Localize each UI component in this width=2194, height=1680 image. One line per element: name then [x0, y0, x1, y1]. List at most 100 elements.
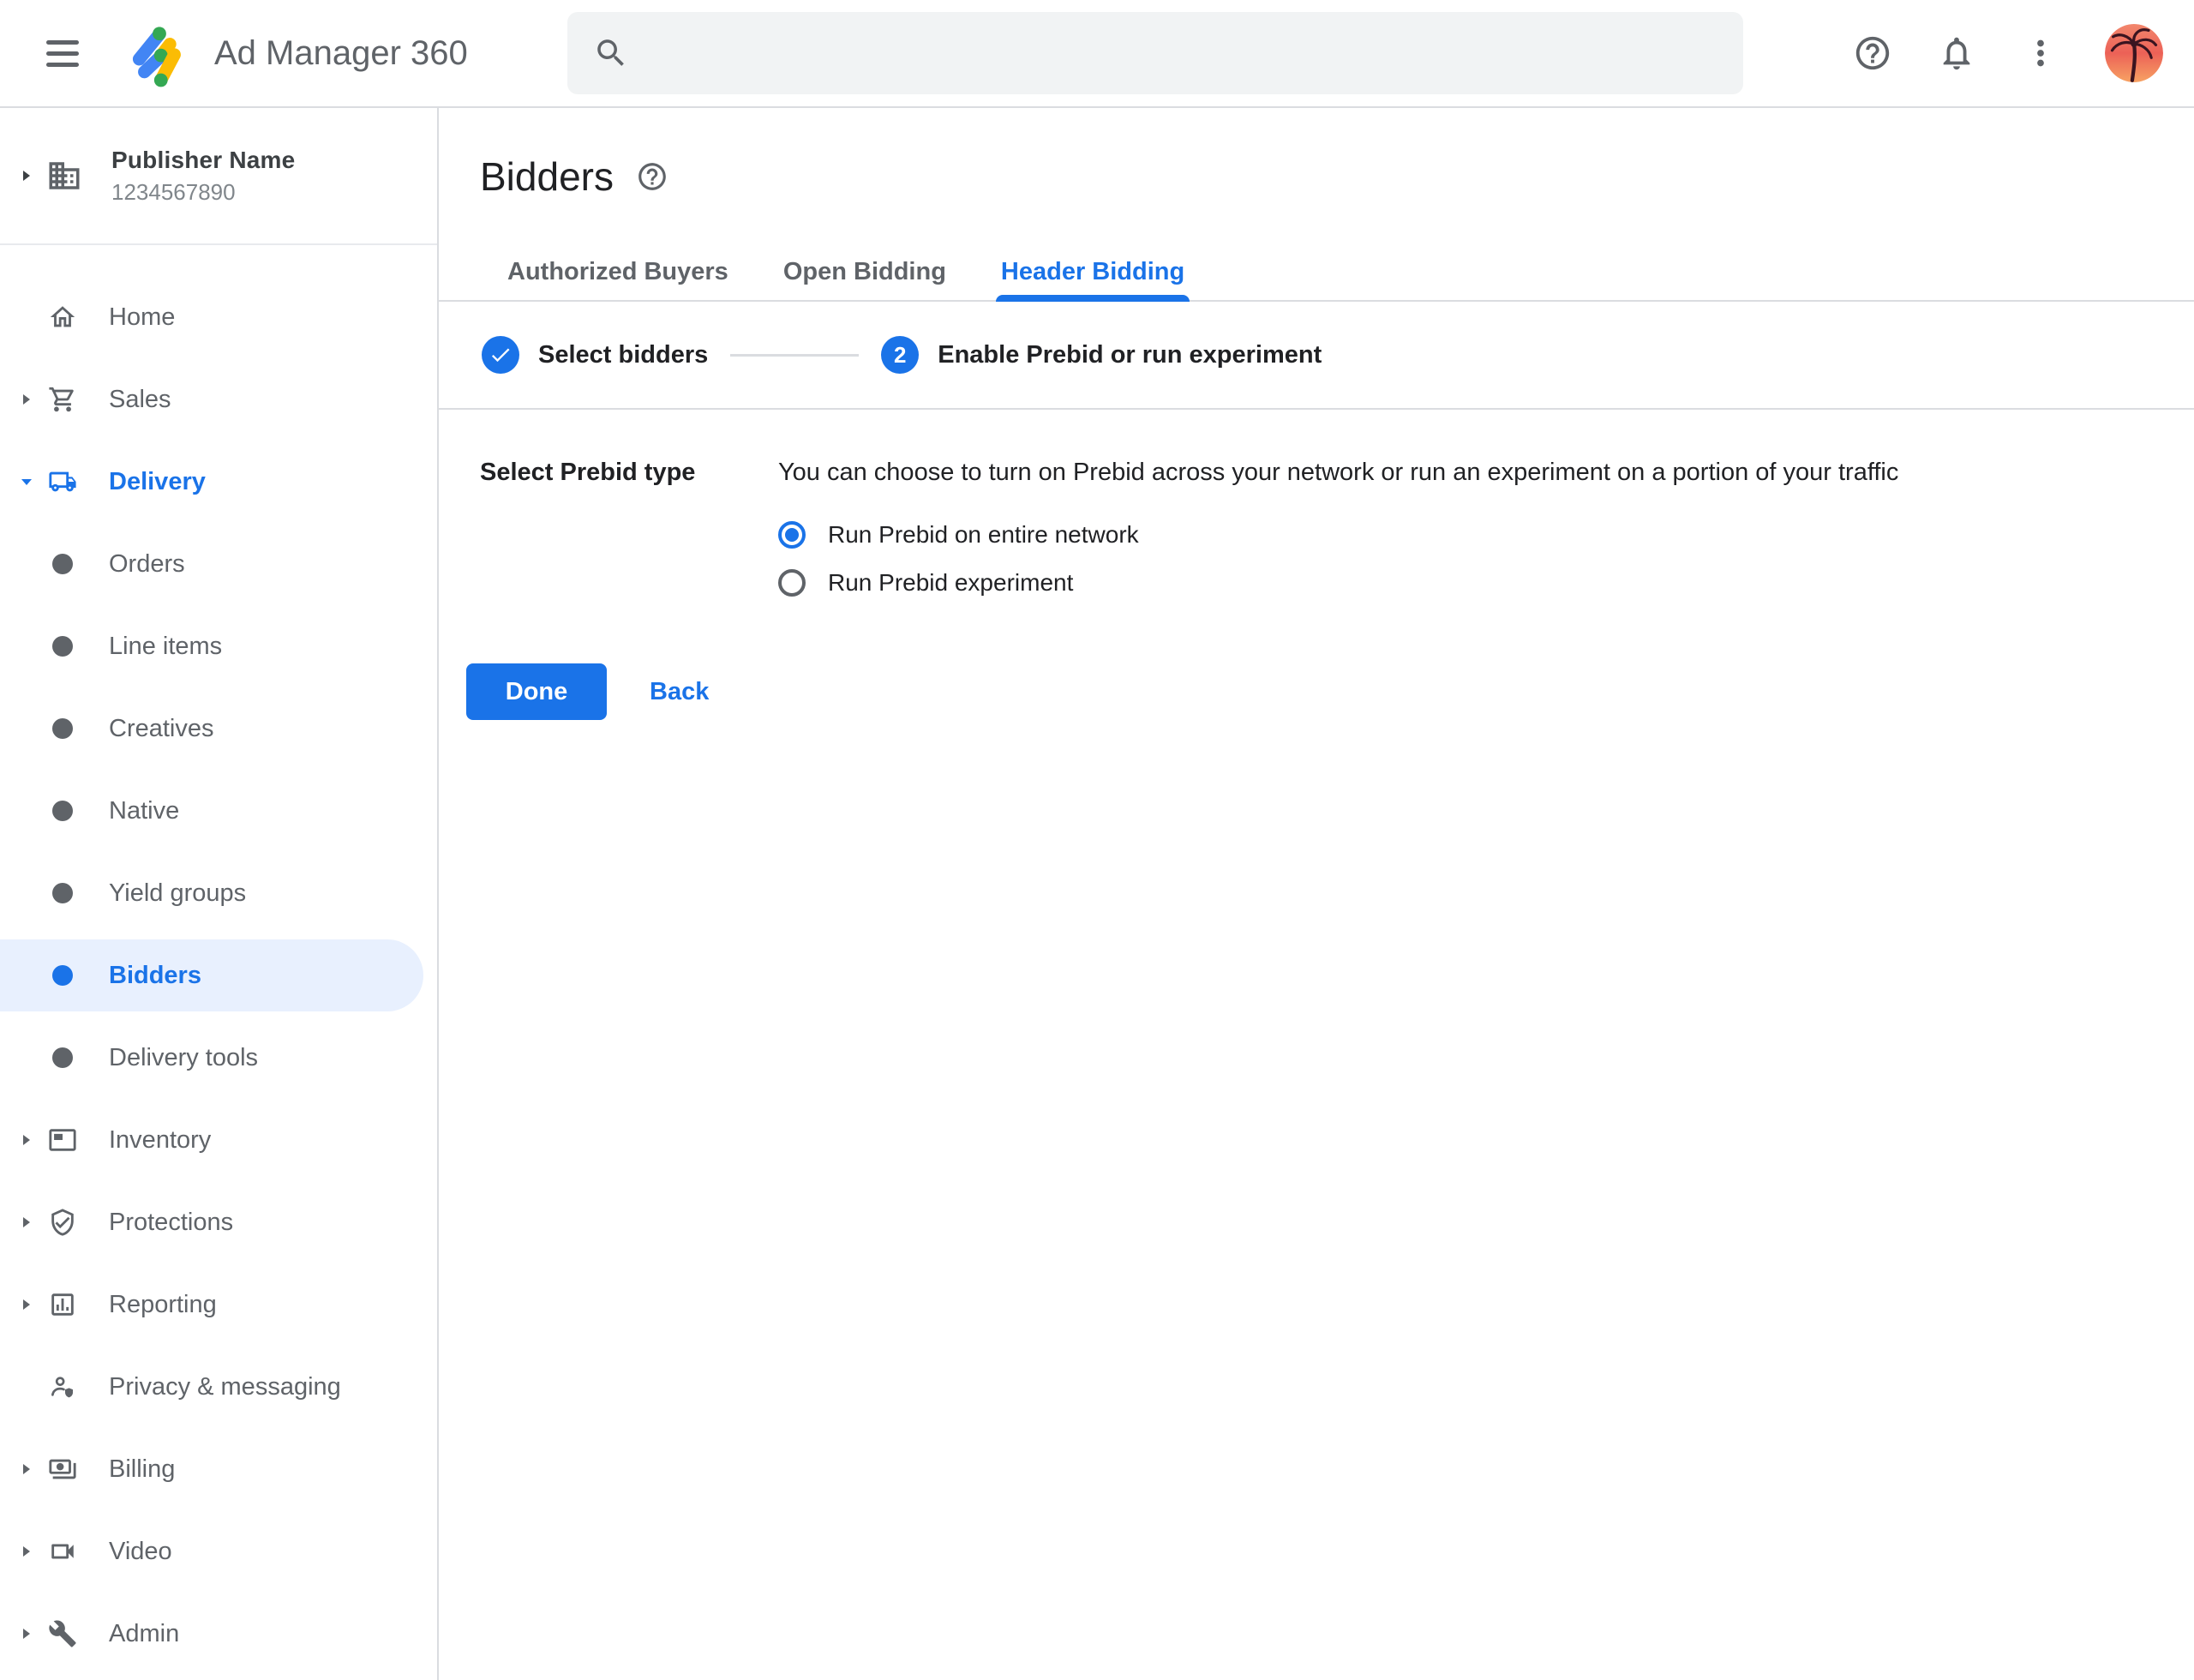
sidebar-item-billing[interactable]: Billing — [0, 1428, 437, 1510]
sidebar-item-native[interactable]: Native — [0, 770, 437, 852]
sidebar-item-yield-groups[interactable]: Yield groups — [0, 852, 437, 934]
bullet-icon — [48, 549, 77, 579]
avatar[interactable] — [2105, 24, 2163, 82]
publisher-id: 1234567890 — [111, 179, 295, 206]
sidebar-item-delivery-tools[interactable]: Delivery tools — [0, 1017, 437, 1099]
step1-completed-check-icon[interactable] — [482, 336, 519, 374]
sidebar-item-inventory[interactable]: Inventory — [0, 1099, 437, 1181]
bullet-icon — [48, 879, 77, 908]
sidebar-item-label: Home — [109, 303, 175, 332]
bullet-icon — [48, 796, 77, 825]
sidebar-item-label: Inventory — [109, 1126, 211, 1155]
expand-right-icon — [19, 1543, 48, 1560]
shield-check-icon — [48, 1208, 77, 1237]
back-button[interactable]: Back — [639, 678, 719, 706]
search-input[interactable] — [629, 12, 1743, 94]
menu-icon[interactable] — [46, 33, 81, 74]
sidebar-item-label: Delivery — [109, 468, 206, 496]
sidebar-item-protections[interactable]: Protections — [0, 1181, 437, 1263]
topbar-actions — [1853, 24, 2163, 82]
expand-right-icon — [19, 1131, 48, 1149]
sidebar-item-label: Yield groups — [109, 879, 246, 908]
expand-down-icon — [19, 473, 48, 490]
prebid-type-radio-group: Run Prebid on entire network Run Prebid … — [778, 511, 1898, 607]
sidebar-item-label: Orders — [109, 550, 185, 579]
payments-icon — [48, 1455, 77, 1484]
sidebar-item-privacy-messaging[interactable]: Privacy & messaging — [0, 1346, 437, 1428]
publisher-name: Publisher Name — [111, 147, 295, 174]
sidebar-item-admin[interactable]: Admin — [0, 1593, 437, 1675]
bullet-icon — [48, 714, 77, 743]
main-content: Bidders Authorized Buyers Open Bidding H… — [439, 108, 2194, 1680]
app-title: Ad Manager 360 — [214, 34, 468, 73]
tab-header-bidding[interactable]: Header Bidding — [974, 247, 1212, 300]
step2-number-badge[interactable]: 2 — [881, 336, 919, 374]
sidebar-item-label: Line items — [109, 633, 222, 661]
stepper: Select bidders 2 Enable Prebid or run ex… — [439, 302, 2194, 410]
radio-option-entire-network[interactable]: Run Prebid on entire network — [778, 511, 1898, 559]
step1-label[interactable]: Select bidders — [538, 341, 708, 369]
sidebar-nav: Home Sales Delivery — [0, 245, 437, 1675]
expand-right-icon — [19, 391, 48, 408]
sidebar-item-label: Privacy & messaging — [109, 1373, 341, 1401]
bullet-icon — [48, 961, 77, 990]
radio-option-label[interactable]: Run Prebid experiment — [828, 569, 1073, 597]
notifications-icon[interactable] — [1937, 33, 1976, 73]
top-app-bar: Ad Manager 360 — [0, 0, 2194, 108]
ad-manager-logo — [123, 12, 195, 94]
inventory-icon — [48, 1125, 77, 1155]
person-shield-icon — [48, 1372, 77, 1401]
done-button[interactable]: Done — [466, 663, 607, 720]
sidebar-item-bidders[interactable]: Bidders — [0, 934, 437, 1017]
sidebar-item-delivery[interactable]: Delivery — [0, 441, 437, 523]
sidebar-item-orders[interactable]: Orders — [0, 523, 437, 605]
sidebar-item-label: Admin — [109, 1620, 179, 1648]
tab-open-bidding[interactable]: Open Bidding — [756, 247, 974, 300]
expand-right-icon — [19, 1625, 48, 1642]
sidebar-item-label: Delivery tools — [109, 1044, 258, 1072]
sidebar-item-label: Native — [109, 797, 179, 825]
title-help-icon[interactable] — [636, 160, 668, 193]
bar-chart-icon — [48, 1290, 77, 1319]
expand-right-icon — [19, 1461, 48, 1478]
expand-right-icon — [19, 1296, 48, 1313]
bullet-icon — [48, 632, 77, 661]
prebid-description: You can choose to turn on Prebid across … — [778, 456, 1898, 489]
page-title: Bidders — [480, 153, 614, 200]
sidebar-item-video[interactable]: Video — [0, 1510, 437, 1593]
building-icon — [46, 158, 82, 194]
sidebar-item-label: Creatives — [109, 715, 214, 743]
search-bar[interactable] — [567, 12, 1743, 94]
tab-bar: Authorized Buyers Open Bidding Header Bi… — [439, 247, 2194, 302]
truck-icon — [48, 467, 77, 496]
sidebar-item-label: Bidders — [109, 962, 201, 990]
expand-right-icon — [19, 167, 45, 184]
step2-label[interactable]: Enable Prebid or run experiment — [938, 341, 1322, 369]
sidebar-item-label: Video — [109, 1538, 172, 1566]
more-vert-icon[interactable] — [2021, 33, 2060, 73]
radio-selected-icon[interactable] — [778, 521, 806, 549]
tab-authorized-buyers[interactable]: Authorized Buyers — [480, 247, 756, 300]
select-prebid-type-label: Select Prebid type — [480, 456, 778, 607]
sidebar-item-line-items[interactable]: Line items — [0, 605, 437, 687]
video-camera-icon — [48, 1537, 77, 1566]
sidebar-item-creatives[interactable]: Creatives — [0, 687, 437, 770]
sidebar-item-reporting[interactable]: Reporting — [0, 1263, 437, 1346]
sidebar-item-home[interactable]: Home — [0, 276, 437, 358]
wrench-icon — [48, 1619, 77, 1648]
sidebar-item-label: Billing — [109, 1455, 175, 1484]
radio-option-label[interactable]: Run Prebid on entire network — [828, 521, 1139, 549]
step-connector — [730, 354, 859, 357]
cart-icon — [48, 385, 77, 414]
publisher-selector[interactable]: Publisher Name 1234567890 — [0, 108, 437, 245]
help-icon[interactable] — [1853, 33, 1892, 73]
radio-unselected-icon[interactable] — [778, 569, 806, 597]
radio-option-experiment[interactable]: Run Prebid experiment — [778, 559, 1898, 607]
sidebar-item-sales[interactable]: Sales — [0, 358, 437, 441]
search-icon — [593, 35, 629, 71]
bullet-icon — [48, 1043, 77, 1072]
home-icon — [48, 303, 77, 332]
sidebar-item-label: Protections — [109, 1209, 233, 1237]
expand-right-icon — [19, 1214, 48, 1231]
sidebar: Publisher Name 1234567890 Home Sales — [0, 108, 439, 1680]
